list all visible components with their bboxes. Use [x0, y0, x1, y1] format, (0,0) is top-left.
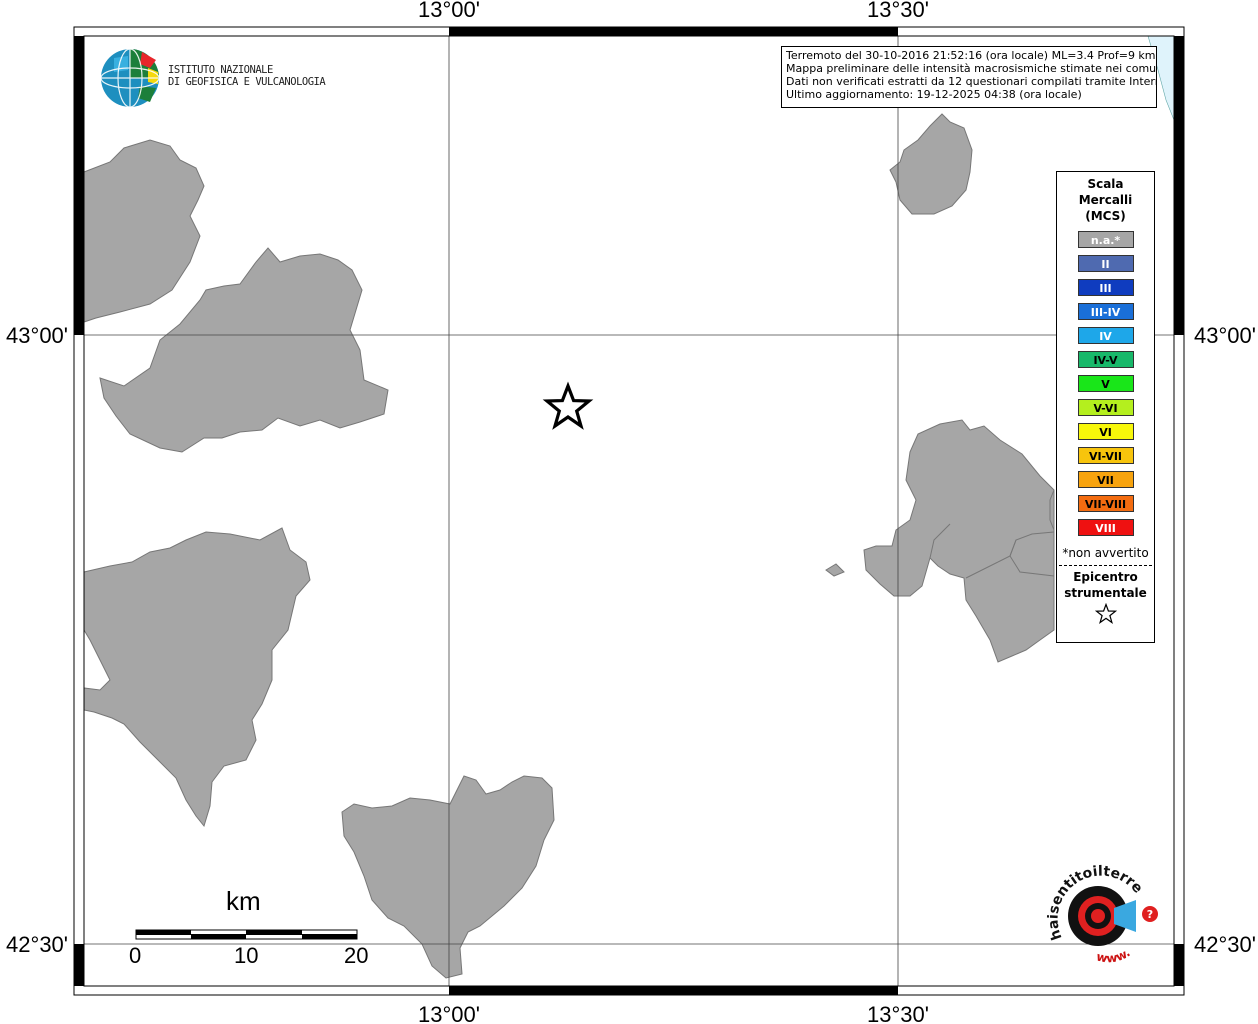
info-line-2: Mappa preliminare delle intensità macros… — [786, 62, 1157, 75]
scale-tick-10: 10 — [234, 943, 259, 968]
legend-item: II — [1077, 255, 1134, 272]
legend-note: *non avvertito — [1062, 546, 1149, 560]
municipality-bottom-center — [341, 775, 555, 979]
legend-item: VI-VII — [1077, 447, 1134, 464]
lat-label-right-4300: 43°00' — [1194, 323, 1256, 348]
epicenter-star-icon — [542, 381, 594, 430]
legend-item: IV-V — [1077, 351, 1134, 368]
legend-epicenter-line1: Epicentro — [1073, 570, 1138, 584]
legend-title-line2: Mercalli — [1078, 193, 1133, 207]
earthquake-info-box: Terremoto del 30-10-2016 21:52:16 (ora l… — [781, 46, 1157, 108]
scale-tick-20: 20 — [344, 943, 369, 968]
municipality-polygons — [83, 113, 1055, 979]
info-line-1: Terremoto del 30-10-2016 21:52:16 (ora l… — [786, 49, 1156, 62]
legend-item: IV — [1077, 327, 1134, 344]
legend-item: III-IV — [1077, 303, 1134, 320]
ingv-logo: ISTITUTO NAZIONALE DI GEOFISICA E VULCAN… — [100, 46, 330, 112]
municipality-bottom-left — [83, 527, 311, 828]
legend-items: n.a.* II III III-IV IV IV-V V V-VI VI VI-VII VII VI… — [1057, 231, 1154, 536]
municipality-small-island — [825, 563, 845, 577]
municipality-top-right — [889, 113, 973, 215]
info-line-3: Dati non verificati estratti da 12 quest… — [786, 75, 1157, 88]
scale-bar — [135, 929, 358, 940]
lon-label-bottom-1330: 13°30' — [867, 1002, 929, 1024]
legend-item: n.a.* — [1077, 231, 1134, 248]
info-line-4: Ultimo aggiornamento: 19-12-2025 04:38 (… — [786, 88, 1082, 101]
lat-label-left-4230: 42°30' — [6, 932, 68, 957]
legend-epicenter-label: Epicentro strumentale — [1057, 569, 1154, 601]
ingv-logo-line2: DI GEOFISICA E VULCANOLOGIA — [168, 76, 326, 88]
lon-label-bottom-1300: 13°00' — [418, 1002, 480, 1024]
hai-sentito-logo: haisentitoilterremoto.it www. ? — [1033, 848, 1170, 975]
legend-item: III — [1077, 279, 1134, 296]
svg-text:?: ? — [1147, 908, 1153, 921]
legend-item: V-VI — [1077, 399, 1134, 416]
legend-item: VII-VIII — [1077, 495, 1134, 512]
mcs-legend: Scala Mercalli (MCS) n.a.* II III III-IV IV I… — [1056, 171, 1155, 643]
scale-tick-0: 0 — [129, 943, 142, 968]
municipality-top-left — [83, 139, 205, 323]
svg-text:www.: www. — [1095, 946, 1133, 966]
legend-title: Scala Mercalli (MCS) — [1057, 176, 1154, 224]
legend-title-line1: Scala — [1087, 177, 1124, 191]
scale-bar-unit: km — [226, 886, 261, 916]
ingv-logo-line1: ISTITUTO NAZIONALE — [168, 64, 273, 76]
legend-epicenter-line2: strumentale — [1064, 586, 1147, 600]
legend-divider — [1059, 565, 1152, 566]
legend-title-line3: (MCS) — [1085, 209, 1126, 223]
legend-item: V — [1077, 375, 1134, 392]
lat-label-left-4300: 43°00' — [6, 323, 68, 348]
legend-item: VIII — [1077, 519, 1134, 536]
hai-sentito-logo-www: www. — [1095, 946, 1133, 966]
lat-label-right-4230: 42°30' — [1194, 932, 1256, 957]
lon-label-top-1300: 13°00' — [418, 0, 480, 22]
legend-item: VII — [1077, 471, 1134, 488]
lon-label-top-1330: 13°30' — [867, 0, 929, 22]
legend-item: VI — [1077, 423, 1134, 440]
globe-icon — [100, 48, 160, 108]
municipality-right-center — [863, 419, 1055, 663]
legend-epicenter-star-icon — [1057, 602, 1154, 629]
